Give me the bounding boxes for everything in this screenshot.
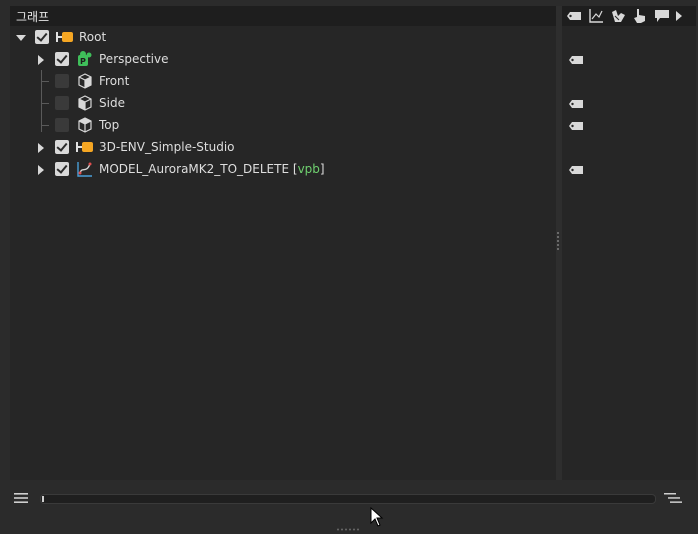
svg-text:P: P (80, 57, 86, 66)
tag-icon[interactable] (568, 54, 584, 64)
tree-row-top[interactable]: Top (10, 115, 556, 137)
expand-arrow-icon[interactable] (36, 164, 46, 176)
mouse-cursor-icon (370, 506, 384, 527)
tags-panel (562, 6, 696, 480)
pointer-hand-icon[interactable] (630, 8, 650, 24)
splitter-grip-icon[interactable] (557, 232, 560, 252)
tree-row-side[interactable]: Side (10, 93, 556, 115)
camera-front-cube-icon (76, 72, 96, 90)
tag-icon[interactable] (568, 164, 584, 174)
camera-perspective-icon: P (76, 50, 96, 68)
tag-icon[interactable] (568, 120, 584, 130)
outliner-header: 그래프 (10, 6, 556, 26)
visibility-checkbox[interactable] (55, 140, 69, 154)
tree-item-label: Root (79, 30, 107, 44)
tree-item-label: Perspective (99, 52, 169, 66)
tag-icon[interactable] (564, 8, 584, 24)
expand-arrow-icon[interactable] (36, 142, 46, 154)
tree-row-env-studio[interactable]: 3D-ENV_Simple-Studio (10, 137, 556, 159)
tag-icon[interactable] (568, 98, 584, 108)
tags-toolbar (562, 6, 696, 26)
visibility-checkbox[interactable] (55, 52, 69, 66)
panel-title: 그래프 (16, 10, 50, 24)
tree-row-root[interactable]: Root (10, 27, 556, 49)
null-object-orange-icon (74, 138, 94, 156)
tree-item-label: Top (99, 118, 120, 132)
spline-model-icon (76, 160, 96, 178)
model-name: MODEL_AuroraMK2_TO_DELETE (99, 162, 290, 176)
hamburger-menu-icon[interactable] (14, 492, 28, 504)
visibility-checkbox[interactable] (55, 118, 69, 132)
collapse-arrow-icon[interactable] (16, 32, 26, 44)
visibility-checkbox[interactable] (55, 74, 69, 88)
horizontal-scrollbar[interactable] (40, 494, 656, 504)
tree-item-label: Front (99, 74, 130, 88)
graph-axes-icon[interactable] (586, 8, 606, 24)
scrollbar-thumb[interactable] (42, 496, 44, 502)
play-arrow-icon[interactable] (672, 8, 686, 24)
tree-item-label: MODEL_AuroraMK2_TO_DELETE [vpb] (99, 162, 325, 176)
speech-bubble-icon[interactable] (652, 8, 672, 24)
bracket-close: ] (319, 162, 325, 176)
camera-top-cube-icon (76, 116, 96, 134)
resize-grip-icon[interactable] (337, 520, 359, 531)
tree-row-front[interactable]: Front (10, 71, 556, 93)
tree-item-label: 3D-ENV_Simple-Studio (99, 140, 235, 154)
expand-arrow-icon[interactable] (36, 54, 46, 66)
null-object-orange-icon (54, 28, 74, 46)
align-right-lines-icon[interactable] (664, 492, 682, 504)
camera-side-cube-icon (76, 94, 96, 112)
tree-row-model[interactable]: MODEL_AuroraMK2_TO_DELETE [vpb] (10, 159, 556, 181)
tree-item-label: Side (99, 96, 125, 110)
hand-arrow-icon[interactable] (608, 8, 628, 24)
visibility-checkbox[interactable] (55, 96, 69, 110)
visibility-checkbox[interactable] (35, 30, 49, 44)
tree-row-perspective[interactable]: P Perspective (10, 49, 556, 71)
visibility-checkbox[interactable] (55, 162, 69, 176)
model-tag-label: vpb (297, 162, 320, 176)
